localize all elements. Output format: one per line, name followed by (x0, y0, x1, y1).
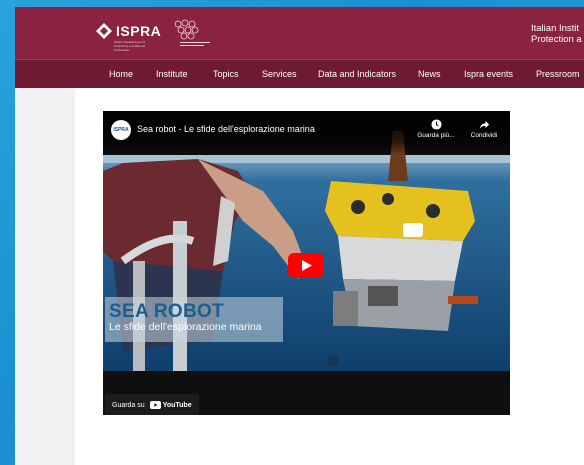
logo-text: ISPRA (116, 23, 162, 39)
header-tagline-line1: Italian Instit (531, 23, 580, 34)
youtube-icon (149, 401, 161, 409)
clock-icon (430, 119, 442, 130)
overlay-subtitle: Le sfide dell'esplorazione marina (109, 321, 262, 333)
ispra-logo[interactable]: ISPRA (95, 22, 161, 40)
header-tagline: Italian Instit Protection a (531, 23, 582, 45)
overlay-title: SEA ROBOT (109, 301, 224, 322)
play-button-icon[interactable] (288, 253, 324, 278)
nav-topics[interactable]: Topics (213, 69, 239, 79)
video-title[interactable]: Sea robot - Le sfide dell'esplorazione m… (137, 124, 315, 134)
watch-later-label: Guarda più... (417, 132, 455, 139)
logo-subtitle: Istituto Superiore per la Protezione e l… (114, 40, 146, 52)
youtube-logo: YouTube (149, 401, 192, 409)
channel-avatar[interactable]: ISPRA (111, 120, 131, 140)
watch-on-label: Guarda su (112, 401, 145, 409)
watch-on-youtube-button[interactable]: Guarda su YouTube (105, 394, 199, 415)
youtube-word: YouTube (162, 401, 192, 409)
site-header: ISPRA Istituto Superiore per la Protezio… (15, 7, 584, 59)
nav-home[interactable]: Home (109, 69, 133, 79)
left-margin (15, 88, 75, 465)
share-label: Condividi (470, 132, 498, 139)
nav-news[interactable]: News (418, 69, 441, 79)
watch-later-button[interactable]: Guarda più... (413, 119, 459, 139)
share-button[interactable]: Condividi (461, 119, 507, 139)
nav-pressroom[interactable]: Pressroom (536, 69, 580, 79)
browser-page: ISPRA Istituto Superiore per la Protezio… (15, 7, 584, 465)
nav-ispra-events[interactable]: Ispra events (464, 69, 513, 79)
snpa-logo-icon (174, 19, 210, 46)
main-nav: Home Institute Topics Services Data and … (15, 59, 584, 88)
share-icon (479, 120, 489, 129)
nav-institute[interactable]: Institute (156, 69, 188, 79)
nav-services[interactable]: Services (262, 69, 297, 79)
nav-data-and-indicators[interactable]: Data and Indicators (318, 69, 396, 79)
header-tagline-line2: Protection a (531, 34, 582, 45)
ispra-logo-icon (96, 23, 112, 39)
youtube-embed[interactable]: ISPRA Sea robot - Le sfide dell'esploraz… (103, 111, 510, 415)
